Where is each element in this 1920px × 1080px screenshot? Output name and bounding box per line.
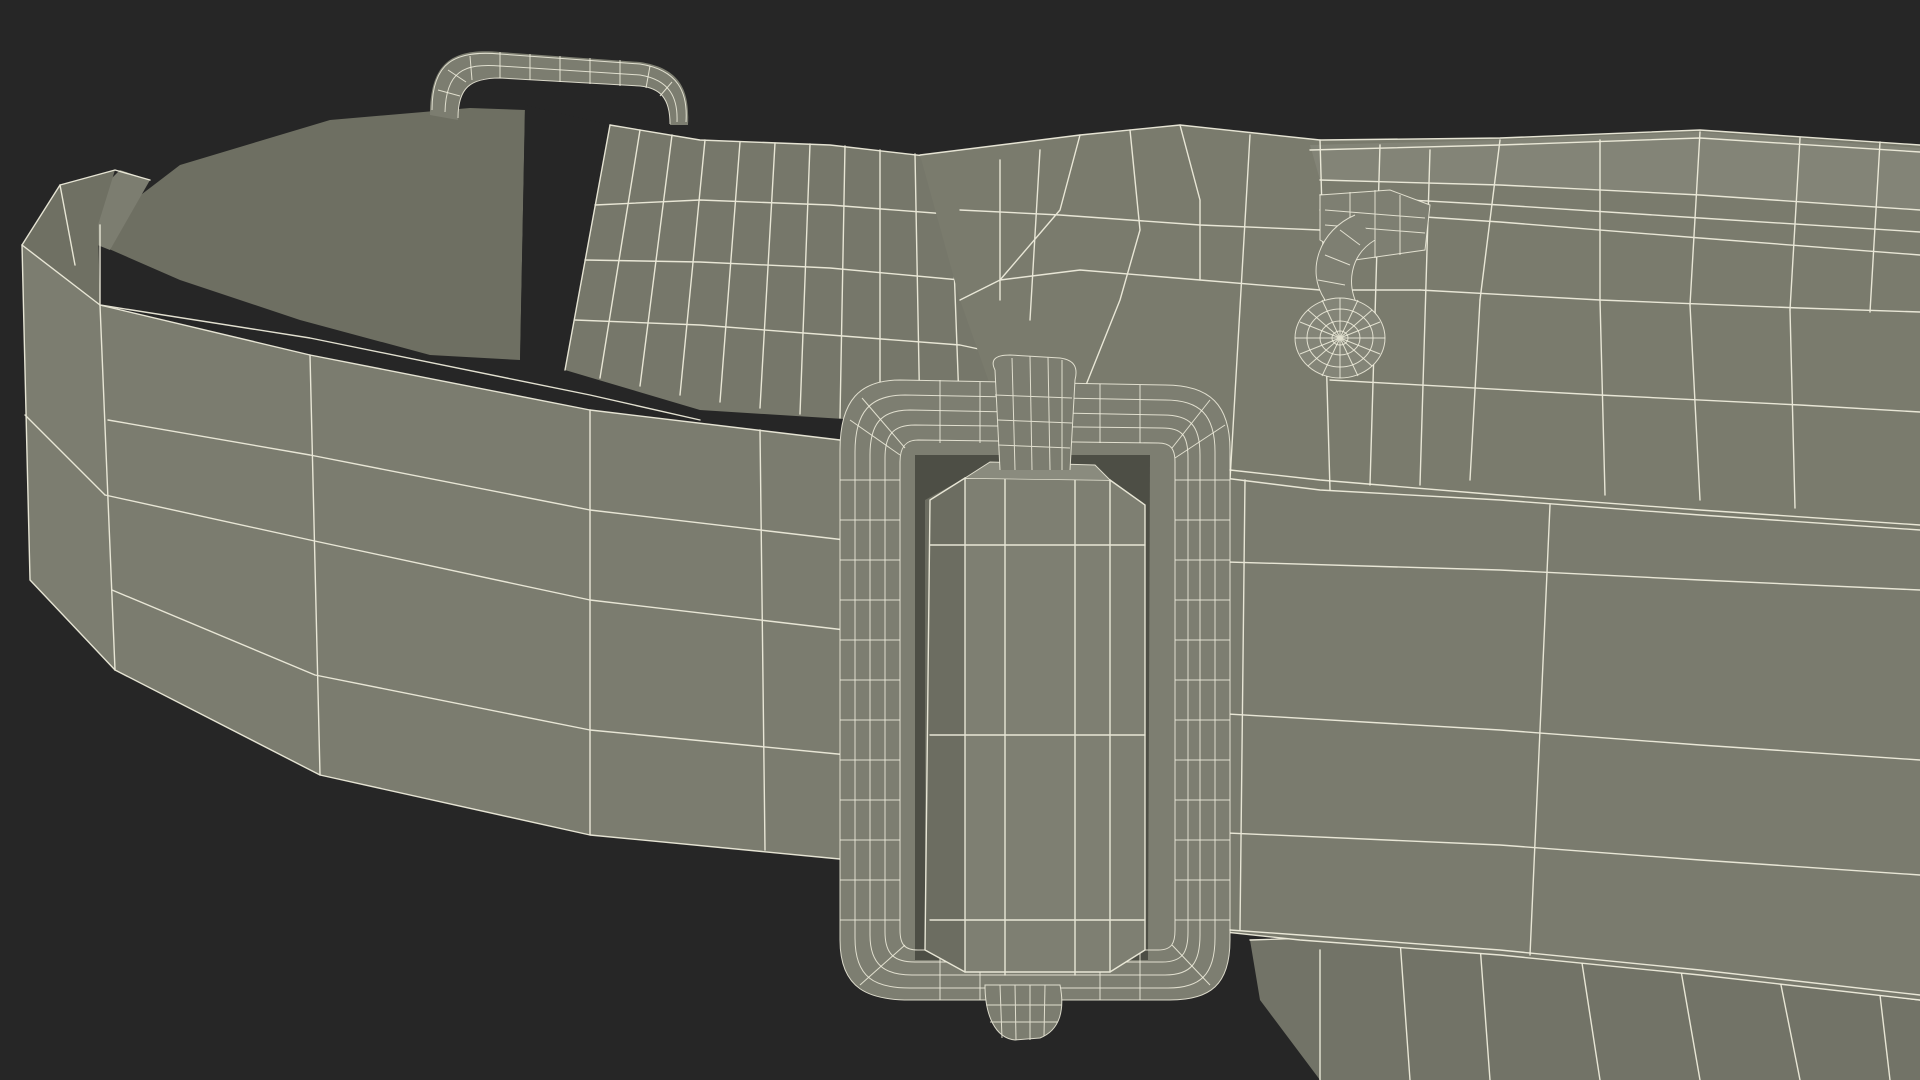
3d-viewport	[0, 0, 1920, 1080]
model-render	[0, 0, 1920, 1080]
buckle-roller	[924, 461, 1146, 976]
buckle-clip-top	[992, 354, 1077, 471]
